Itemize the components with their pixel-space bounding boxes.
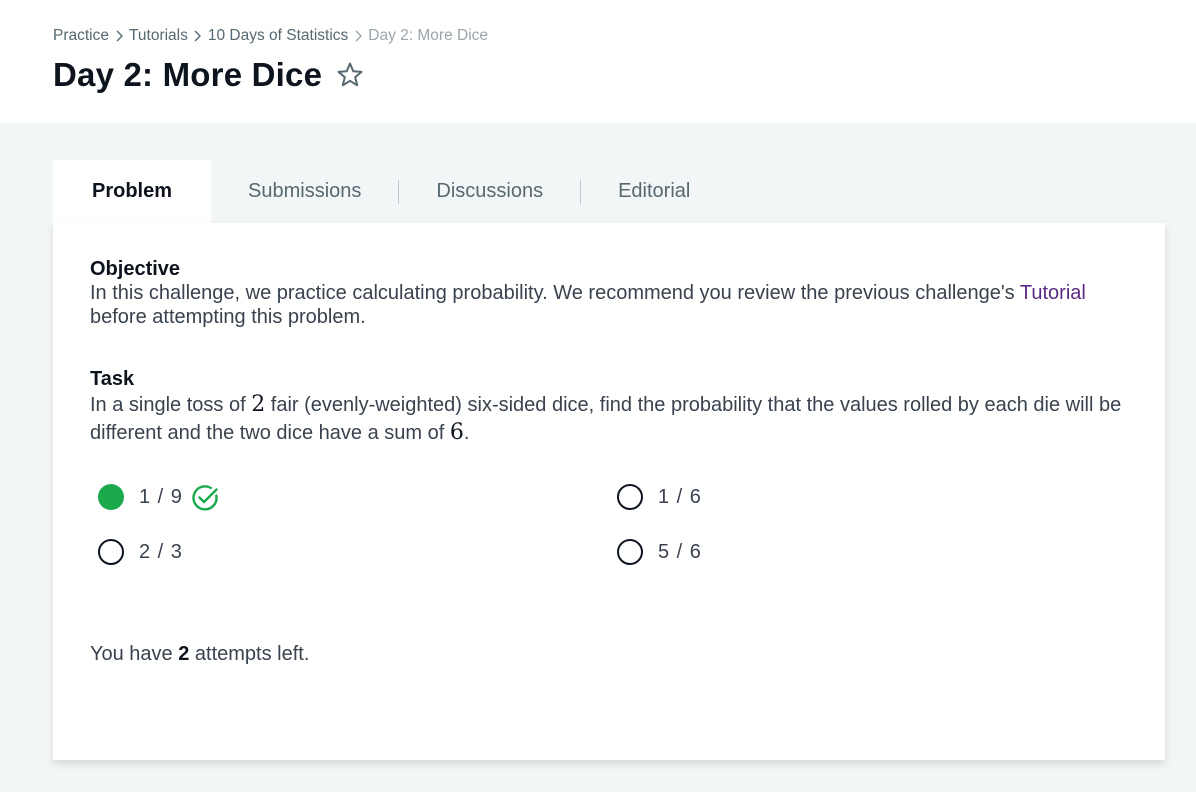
option-label: 1 / 9 — [139, 485, 183, 508]
breadcrumb-10-days-of-statistics[interactable]: 10 Days of Statistics — [208, 27, 348, 45]
option-label: 2 / 3 — [139, 540, 183, 563]
chevron-right-icon — [348, 30, 368, 42]
breadcrumb-current: Day 2: More Dice — [368, 27, 489, 44]
check-circle-icon — [191, 483, 220, 512]
task-text-3: . — [463, 422, 470, 444]
option-5-6[interactable]: 5 / 6 — [617, 538, 702, 566]
star-outline-icon[interactable] — [336, 61, 364, 89]
breadcrumb-tutorials[interactable]: Tutorials — [129, 27, 188, 45]
tab-discussions[interactable]: Discussions — [399, 160, 580, 223]
breadcrumb: Practice Tutorials 10 Days of Statistics… — [53, 26, 1196, 46]
option-1-6[interactable]: 1 / 6 — [617, 483, 702, 511]
tab-problem[interactable]: Problem — [53, 160, 211, 223]
radio-button[interactable] — [617, 539, 643, 565]
objective-text-before: In this challenge, we practice calculati… — [90, 282, 1020, 304]
tutorial-link[interactable]: Tutorial — [1020, 282, 1086, 304]
tab-submissions[interactable]: Submissions — [211, 160, 398, 223]
breadcrumb-practice[interactable]: Practice — [53, 27, 109, 45]
page-header: Practice Tutorials 10 Days of Statistics… — [0, 0, 1196, 123]
math-num-dice: 2 — [251, 392, 266, 417]
radio-button[interactable] — [617, 484, 643, 510]
option-1-9[interactable]: 1 / 9 — [98, 483, 220, 511]
tab-bar: Problem Submissions Discussions Editoria… — [53, 160, 727, 223]
task-text-1: In a single toss of — [90, 394, 252, 416]
radio-selected[interactable] — [98, 484, 124, 510]
problem-card: Objective In this challenge, we practice… — [53, 223, 1165, 760]
attempts-prefix: You have — [90, 643, 179, 665]
task-text: In a single toss of 2 fair (evenly-weigh… — [90, 391, 1128, 447]
math-sum: 6 — [449, 420, 464, 445]
chevron-right-icon — [109, 30, 129, 42]
option-label: 1 / 6 — [658, 485, 702, 508]
option-2-3[interactable]: 2 / 3 — [98, 538, 183, 566]
attempts-suffix: attempts left. — [189, 643, 310, 665]
tab-editorial[interactable]: Editorial — [581, 160, 727, 223]
attempts-remaining: You have 2 attempts left. — [90, 643, 309, 666]
objective-text-after: before attempting this problem. — [90, 306, 366, 328]
objective-heading: Objective — [90, 258, 181, 280]
objective-text: In this challenge, we practice calculati… — [90, 281, 1128, 329]
radio-button[interactable] — [98, 539, 124, 565]
chevron-right-icon — [188, 30, 208, 42]
attempts-count: 2 — [178, 643, 190, 665]
option-label: 5 / 6 — [658, 540, 702, 563]
task-heading: Task — [90, 368, 135, 390]
answer-options: 1 / 9 1 / 6 2 / 3 5 / 6 — [90, 483, 1128, 583]
page-title: Day 2: More Dice — [53, 56, 323, 93]
